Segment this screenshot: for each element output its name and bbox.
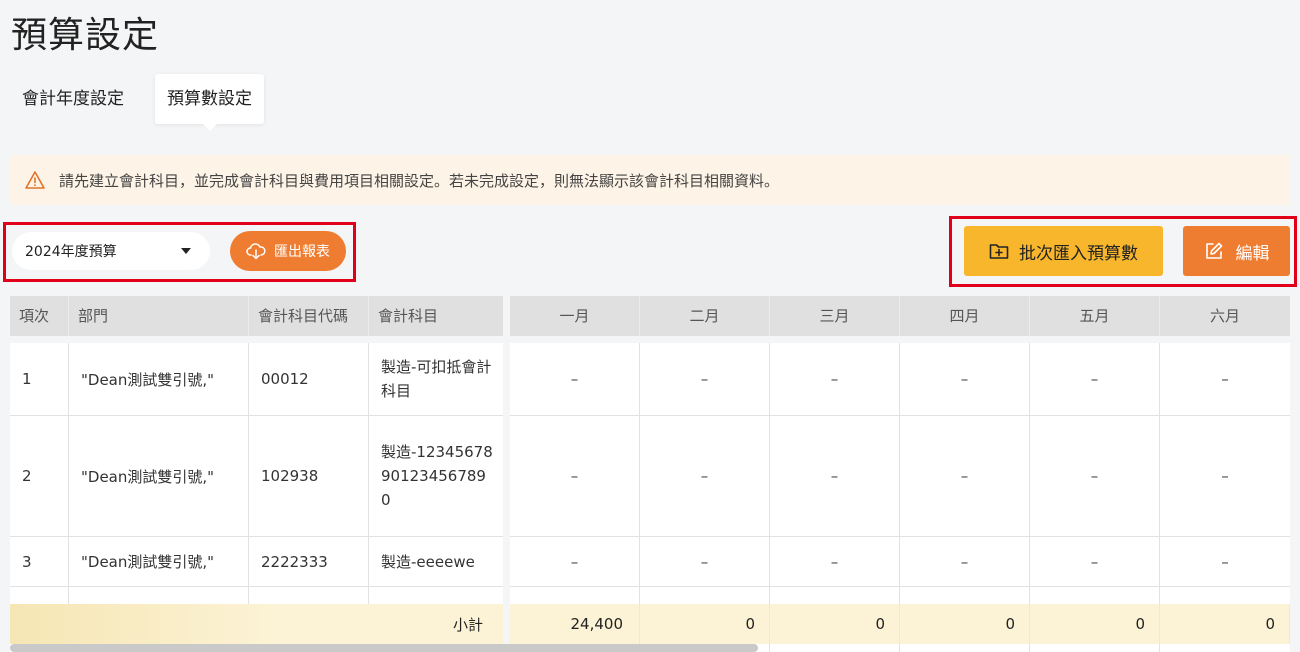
cell-apr: –	[900, 416, 1030, 536]
subtotal-may: 0	[1030, 604, 1160, 644]
cell-jan: –	[510, 343, 640, 415]
subtotal-jan: 24,400	[510, 604, 640, 644]
subtotal-mar: 0	[770, 604, 900, 644]
cloud-download-icon	[246, 242, 266, 260]
edit-icon	[1204, 241, 1224, 261]
cell-account-code: 2222333	[249, 537, 369, 586]
tab-budget-settings[interactable]: 預算數設定	[155, 74, 264, 131]
subtotal-row-left: 小計	[10, 604, 503, 644]
alert-text: 請先建立會計科目，並完成會計科目與費用項目相關設定。若未完成設定，則無法顯示該會…	[59, 171, 780, 190]
table-row[interactable]: – – – – – –	[510, 537, 1290, 587]
cell-item-no: 1	[10, 343, 69, 415]
column-header-mar[interactable]: 三月	[770, 296, 900, 336]
cell-department: "Dean測試雙引號,"	[69, 537, 249, 586]
table-row[interactable]: – – – – – –	[510, 416, 1290, 537]
cell-feb: –	[640, 537, 770, 586]
tab-fiscal-year-settings[interactable]: 會計年度設定	[10, 74, 136, 124]
subtotal-label: 小計	[452, 615, 483, 634]
column-header-feb[interactable]: 二月	[640, 296, 770, 336]
warning-alert: 請先建立會計科目，並完成會計科目與費用項目相關設定。若未完成設定，則無法顯示該會…	[10, 155, 1290, 205]
column-header-jun[interactable]: 六月	[1160, 296, 1290, 336]
cell-item-no: 2	[10, 416, 69, 536]
column-header-department[interactable]: 部門	[69, 296, 249, 336]
cell-may: –	[1030, 343, 1160, 415]
folder-plus-icon	[989, 242, 1009, 260]
table-header-right: 一月 二月 三月 四月 五月 六月	[510, 296, 1290, 336]
caret-down-icon	[181, 248, 191, 254]
cell-account: 製造-1234567890123456789 0	[381, 443, 493, 509]
cell-item-no: 3	[10, 537, 69, 586]
cell-feb: –	[640, 416, 770, 536]
cell-may: –	[1030, 537, 1160, 586]
cell-department: "Dean測試雙引號,"	[69, 416, 249, 536]
budget-year-value: 2024年度預算	[25, 244, 117, 260]
budget-year-select[interactable]: 2024年度預算	[12, 232, 210, 270]
cell-mar: –	[770, 416, 900, 536]
cell-account-code: 00012	[249, 343, 369, 415]
export-report-button[interactable]: 匯出報表	[230, 231, 346, 271]
column-header-item-no[interactable]: 項次	[10, 296, 69, 336]
column-header-account-code[interactable]: 會計科目代碼	[249, 296, 369, 336]
subtotal-row-right: 24,400 0 0 0 0 0	[510, 604, 1290, 644]
column-header-may[interactable]: 五月	[1030, 296, 1160, 336]
table-row[interactable]: 2 "Dean測試雙引號," 102938 製造-123456789012345…	[10, 416, 503, 537]
cell-jun: –	[1221, 370, 1229, 388]
cell-jun: –	[1221, 552, 1229, 571]
cell-jun: –	[1221, 467, 1229, 485]
cell-department: "Dean測試雙引號,"	[69, 343, 249, 415]
column-header-apr[interactable]: 四月	[900, 296, 1030, 336]
subtotal-feb: 0	[640, 604, 770, 644]
table-row[interactable]: 3 "Dean測試雙引號," 2222333 製造-eeeewe	[10, 537, 503, 587]
cell-account: 製造-eeeewe	[381, 552, 475, 571]
edit-button[interactable]: 編輯	[1183, 226, 1290, 276]
batch-import-label: 批次匯入預算數	[1019, 243, 1138, 264]
cell-mar: –	[770, 537, 900, 586]
cell-jan: –	[510, 416, 640, 536]
cell-may: –	[1030, 416, 1160, 536]
column-header-jan[interactable]: 一月	[510, 296, 640, 336]
cell-apr: –	[900, 537, 1030, 586]
column-header-account[interactable]: 會計科目	[369, 296, 503, 336]
cell-jan: –	[510, 537, 640, 586]
warning-icon	[25, 170, 45, 190]
cell-account-code: 102938	[249, 416, 369, 536]
cell-account: 製造-可扣抵會計科目	[381, 358, 492, 400]
page-title: 預算設定	[11, 15, 160, 56]
cell-apr: –	[900, 343, 1030, 415]
subtotal-apr: 0	[900, 604, 1030, 644]
cell-mar: –	[770, 343, 900, 415]
horizontal-scrollbar[interactable]	[10, 644, 758, 652]
edit-label: 編輯	[1235, 243, 1270, 264]
table-row[interactable]: – – – – – –	[510, 343, 1290, 416]
tab-bar: 會計年度設定 預算數設定	[10, 74, 264, 131]
batch-import-budget-button[interactable]: 批次匯入預算數	[964, 226, 1163, 276]
cell-feb: –	[640, 343, 770, 415]
table-row[interactable]: 1 "Dean測試雙引號," 00012 製造-可扣抵會計科目	[10, 343, 503, 416]
table-header-left: 項次 部門 會計科目代碼 會計科目	[10, 296, 503, 336]
export-report-label: 匯出報表	[274, 244, 330, 260]
subtotal-jun: 0	[1160, 604, 1290, 644]
